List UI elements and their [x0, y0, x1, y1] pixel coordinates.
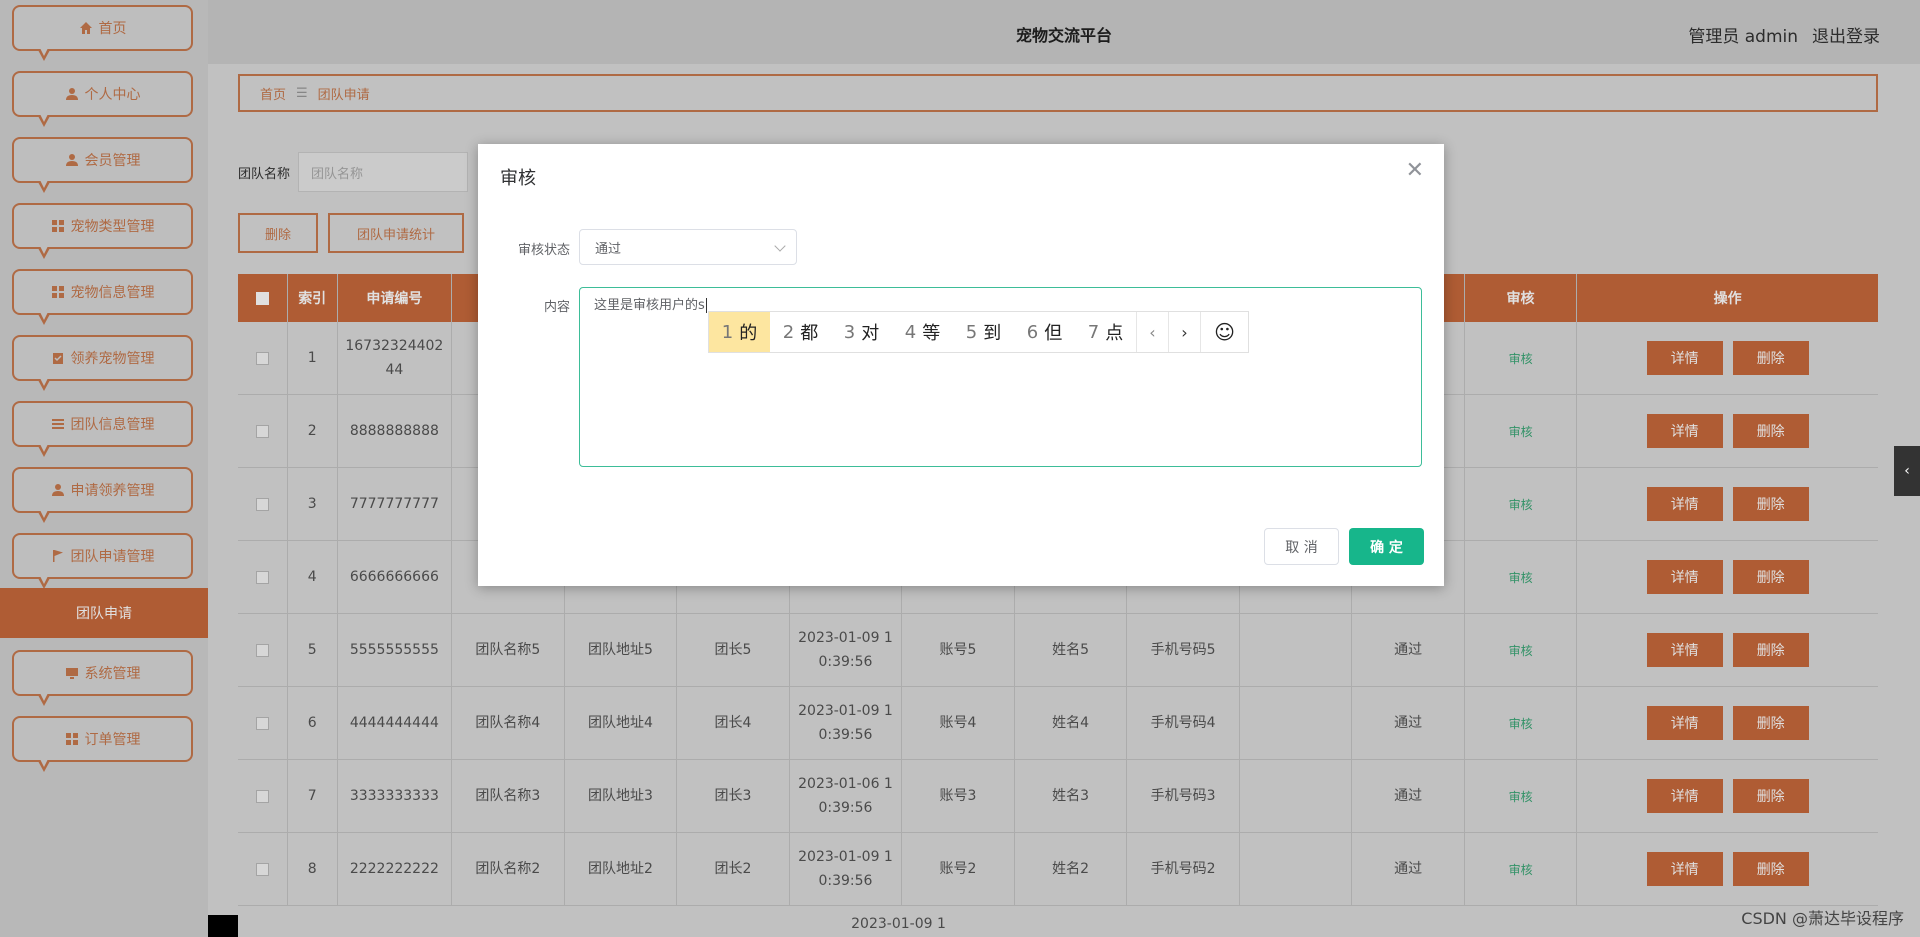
chevron-down-icon: [774, 240, 786, 252]
audit-status-label: 审核状态: [517, 243, 570, 258]
ime-candidate-char: 到: [983, 323, 1002, 344]
ime-candidate-bar: 1的2都3对4等5到6但7点 ‹ › ☺: [708, 311, 1249, 353]
ime-candidate[interactable]: 7点: [1075, 312, 1136, 352]
ime-candidate-char: 但: [1044, 323, 1063, 344]
ime-candidate-number: 5: [965, 321, 978, 343]
ime-candidate[interactable]: 4等: [892, 312, 953, 352]
black-corner: [208, 915, 238, 937]
audit-status-select[interactable]: 通过: [579, 229, 797, 265]
ime-candidate[interactable]: 2都: [770, 312, 831, 352]
ime-candidate-char: 点: [1105, 323, 1124, 344]
ime-candidate-char: 对: [861, 323, 880, 344]
content-label: 内容: [543, 300, 570, 315]
ime-candidate[interactable]: 5到: [953, 312, 1014, 352]
ime-candidate-number: 3: [843, 321, 856, 343]
ime-candidate-char: 的: [739, 323, 758, 344]
cancel-button[interactable]: 取 消: [1264, 528, 1339, 565]
ime-candidate-char: 都: [800, 323, 819, 344]
ime-candidate-number: 1: [721, 321, 734, 343]
ime-candidate-char: 等: [922, 323, 941, 344]
close-icon[interactable]: ✕: [1406, 158, 1424, 183]
ime-candidate-number: 2: [782, 321, 795, 343]
audit-status-value: 通过: [595, 241, 622, 257]
audit-dialog: 审核 ✕ 审核状态 通过 内容 这里是审核用户的s 取 消 确 定: [478, 144, 1444, 586]
content-text: 这里是审核用户的s: [594, 298, 705, 313]
ime-candidate[interactable]: 3对: [831, 312, 892, 352]
ime-next-icon[interactable]: ›: [1168, 312, 1200, 352]
watermark: CSDN @萧达毕设程序: [1741, 909, 1904, 928]
ime-prev-icon[interactable]: ‹: [1136, 312, 1168, 352]
ime-candidate[interactable]: 6但: [1014, 312, 1075, 352]
confirm-button[interactable]: 确 定: [1349, 528, 1424, 565]
ime-candidate-number: 4: [904, 321, 917, 343]
collapse-icon[interactable]: ‹: [1894, 446, 1920, 496]
ime-candidate-number: 6: [1026, 321, 1039, 343]
ime-candidate[interactable]: 1的: [709, 312, 770, 352]
ime-candidate-number: 7: [1087, 321, 1100, 343]
emoji-icon[interactable]: ☺: [1200, 312, 1248, 352]
dialog-title: 审核: [500, 168, 536, 189]
